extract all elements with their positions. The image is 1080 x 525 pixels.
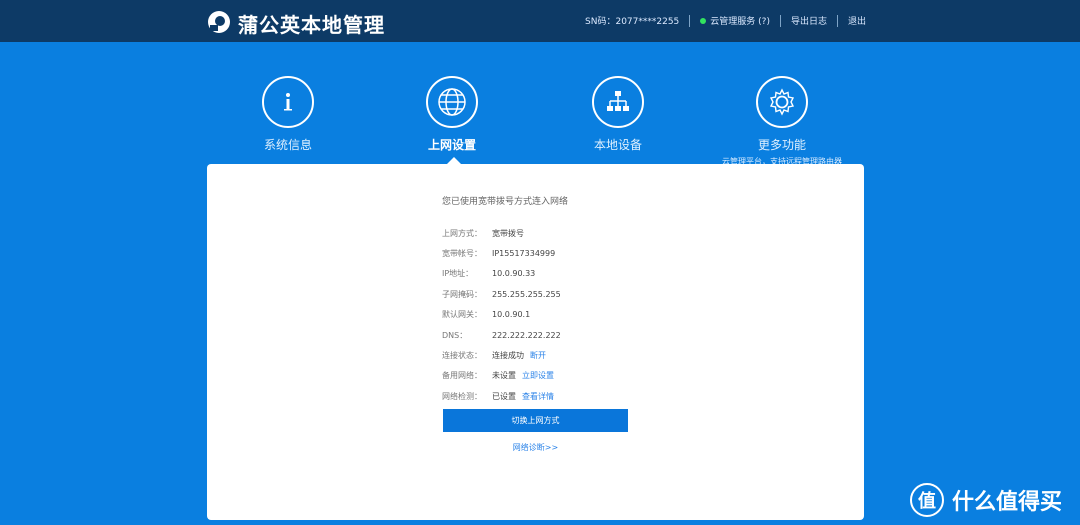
table-row: 上网方式： 宽带拨号: [442, 223, 742, 243]
app-title: 蒲公英本地管理: [238, 13, 385, 37]
table-row: 网络检测： 已设置 查看详情: [442, 386, 742, 406]
cloud-service-link[interactable]: 云管理服务 (?): [700, 14, 770, 27]
logo-icon: [208, 11, 230, 33]
switch-connection-button[interactable]: 切换上网方式: [443, 409, 628, 432]
export-log-link[interactable]: 导出日志: [791, 14, 827, 27]
nav-more-features[interactable]: 更多功能 云管理平台，支持远程管理路由器: [702, 76, 862, 167]
row-key: 网络检测：: [442, 391, 482, 401]
setup-now-link[interactable]: 立即设置: [522, 370, 554, 381]
divider: [689, 14, 691, 27]
row-key: 宽带帐号：: [442, 249, 482, 259]
row-key: 连接状态：: [442, 351, 482, 361]
table-row: 连接状态： 连接成功 断开: [442, 345, 742, 365]
table-row: 宽带帐号： IP15517334999: [442, 243, 742, 263]
row-value: 10.0.90.33: [492, 269, 536, 279]
panel-title: 您已使用宽带拨号方式连入网络: [442, 197, 569, 207]
gear-icon: [756, 76, 808, 128]
nav-local-devices[interactable]: 本地设备: [538, 76, 698, 153]
table-row: DNS： 222.222.222.222: [442, 325, 742, 345]
network-diagnose-link[interactable]: 网络诊断>>: [207, 442, 864, 453]
nav-system-info[interactable]: 系统信息: [208, 76, 368, 153]
row-key: 备用网络：: [442, 371, 482, 381]
disconnect-link[interactable]: 断开: [530, 350, 546, 361]
nav-label: 本地设备: [593, 138, 642, 152]
table-row: 备用网络： 未设置 立即设置: [442, 366, 742, 386]
info-icon: [262, 76, 314, 128]
divider: [836, 14, 838, 27]
nav-label: 更多功能: [757, 138, 806, 152]
nav-label: 上网设置: [427, 138, 476, 152]
row-value: 连接成功: [492, 351, 524, 361]
row-key: DNS：: [442, 330, 468, 340]
divider: [779, 14, 781, 27]
row-value: IP15517334999: [492, 249, 556, 259]
row-value: 宽带拨号: [492, 228, 524, 238]
connection-info: 上网方式： 宽带拨号 宽带帐号： IP15517334999 IP地址： 10.…: [442, 223, 742, 407]
row-value: 222.222.222.222: [492, 330, 561, 340]
table-row: IP地址： 10.0.90.33: [442, 264, 742, 284]
row-value: 已设置: [492, 391, 516, 401]
sn-text: SN码：2077****2255: [585, 17, 680, 27]
table-row: 子网掩码： 255.255.255.255: [442, 284, 742, 304]
row-key: IP地址：: [442, 269, 474, 279]
table-row: 默认网关： 10.0.90.1: [442, 305, 742, 325]
row-value: 10.0.90.1: [492, 310, 531, 320]
header-actions: SN码：2077****2255 云管理服务 (?) 导出日志 退出: [585, 14, 866, 27]
nav-label: 系统信息: [263, 138, 312, 152]
watermark-text: 什么值得买: [952, 490, 1063, 515]
row-key: 默认网关：: [442, 310, 482, 320]
status-dot-icon: [700, 17, 707, 24]
settings-panel: 您已使用宽带拨号方式连入网络 上网方式： 宽带拨号 宽带帐号： IP155173…: [207, 164, 864, 520]
watermark: 值 什么值得买: [910, 480, 1070, 520]
nav-internet-settings[interactable]: 上网设置: [372, 76, 532, 153]
row-value: 255.255.255.255: [492, 289, 561, 299]
view-details-link[interactable]: 查看详情: [522, 391, 554, 402]
network-tree-icon: [592, 76, 644, 128]
logout-link[interactable]: 退出: [848, 14, 866, 27]
top-bar: 蒲公英本地管理 SN码：2077****2255 云管理服务 (?) 导出日志 …: [0, 0, 1080, 42]
row-key: 子网掩码：: [442, 289, 482, 299]
globe-icon: [426, 76, 478, 128]
cloud-service-label: 云管理服务 (?): [710, 17, 770, 27]
row-value: 未设置: [492, 371, 516, 381]
watermark-icon: 值: [910, 483, 944, 517]
row-key: 上网方式：: [442, 228, 482, 238]
